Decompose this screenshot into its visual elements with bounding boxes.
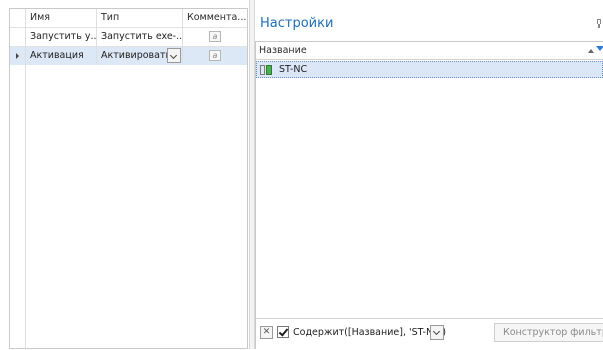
grid-header: Имя Тип Коммента... — [10, 9, 247, 27]
filter-history-dropdown[interactable] — [430, 325, 444, 340]
panel-title: Настройки — [260, 16, 334, 31]
row-indicator — [10, 47, 26, 65]
column-header-name[interactable]: Имя — [26, 9, 96, 27]
row-type: Запустить exe-... — [101, 31, 182, 42]
filter-panel: ✕ Содержит([Название], 'ST-NC') Конструк… — [256, 318, 603, 349]
filter-icon[interactable] — [596, 46, 603, 51]
current-row-arrow-icon — [16, 53, 19, 59]
column-header-title[interactable]: Название — [259, 42, 307, 60]
list-item[interactable]: ST-NC — [256, 61, 603, 78]
table-row[interactable]: Запустить у... Запустить exe-... a — [10, 28, 247, 46]
comment-icon[interactable]: a — [209, 50, 221, 61]
settings-list: Название ST-NC ✕ Содержит([Название], 'S… — [255, 41, 603, 349]
sort-ascending-icon[interactable] — [588, 49, 594, 53]
settings-panel: Настройки Название ST-NC ✕ Содержит([Наз… — [255, 0, 603, 349]
list-item-label: ST-NC — [279, 64, 308, 75]
actions-grid: Имя Тип Коммента... Запустить у... Запус… — [9, 8, 248, 350]
list-header: Название — [256, 42, 603, 60]
row-name: Запустить у... — [30, 31, 96, 42]
column-header-comment[interactable]: Коммента... — [183, 9, 247, 27]
column-header-type[interactable]: Тип — [97, 9, 182, 27]
filter-builder-button[interactable]: Конструктор фильтра... — [494, 323, 603, 342]
filter-enabled-checkbox[interactable] — [277, 326, 289, 338]
close-icon[interactable]: ✕ — [260, 326, 273, 339]
type-dropdown-button[interactable] — [167, 48, 181, 63]
settings-item-icon — [260, 65, 276, 75]
filter-expression[interactable]: Содержит([Название], 'ST-NC') — [293, 325, 446, 340]
row-type: Активировать — [101, 50, 167, 61]
row-name: Активация — [30, 50, 84, 61]
pin-icon[interactable] — [596, 19, 602, 29]
table-row-selected[interactable]: Активация Активировать a — [10, 47, 247, 65]
comment-icon[interactable]: a — [209, 31, 221, 42]
